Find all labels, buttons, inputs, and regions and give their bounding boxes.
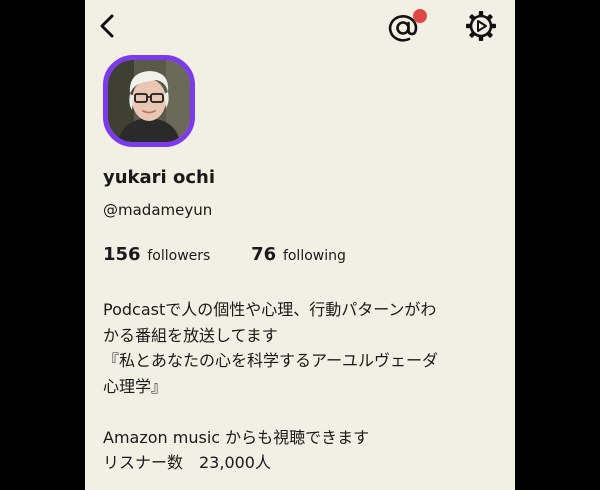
settings-button[interactable] (461, 8, 501, 44)
bio-line: リスナー数 23,000人 (103, 453, 271, 472)
bio-line: Podcastで人の個性や心理、行動パターンがわ (103, 300, 437, 319)
bio-line: Amazon music からも視聴できます (103, 427, 370, 447)
profile-photo (108, 60, 190, 142)
following-label: following (282, 248, 346, 264)
profile-handle: @madameyun (103, 201, 213, 219)
chevron-left-icon (100, 14, 114, 38)
bio-line: かる番組を放送してます (103, 325, 278, 345)
followers-count: 156 (103, 244, 141, 265)
bio-line: 『私とあなたの心を科学するアーユルヴェーダ (103, 351, 439, 370)
profile-bio: Podcastで人の個性や心理、行動パターンがわ かる番組を放送してます 『私と… (103, 297, 503, 476)
following-link[interactable]: 76 following (251, 244, 346, 265)
mentions-button[interactable] (385, 8, 429, 44)
follow-stats: 156 followers 76 following (103, 244, 346, 265)
bio-line: 心理学』 (103, 376, 168, 396)
gear-icon (466, 11, 496, 41)
back-button[interactable] (93, 8, 125, 44)
bio-blank-line (103, 399, 503, 425)
avatar[interactable] (103, 55, 195, 147)
following-count: 76 (251, 244, 277, 265)
profile-name: yukari ochi (103, 167, 215, 188)
notification-badge (413, 9, 427, 23)
profile-screen: yukari ochi @madameyun 156 followers 76 … (85, 0, 515, 490)
followers-link[interactable]: 156 followers (103, 244, 210, 265)
followers-label: followers (147, 248, 211, 264)
